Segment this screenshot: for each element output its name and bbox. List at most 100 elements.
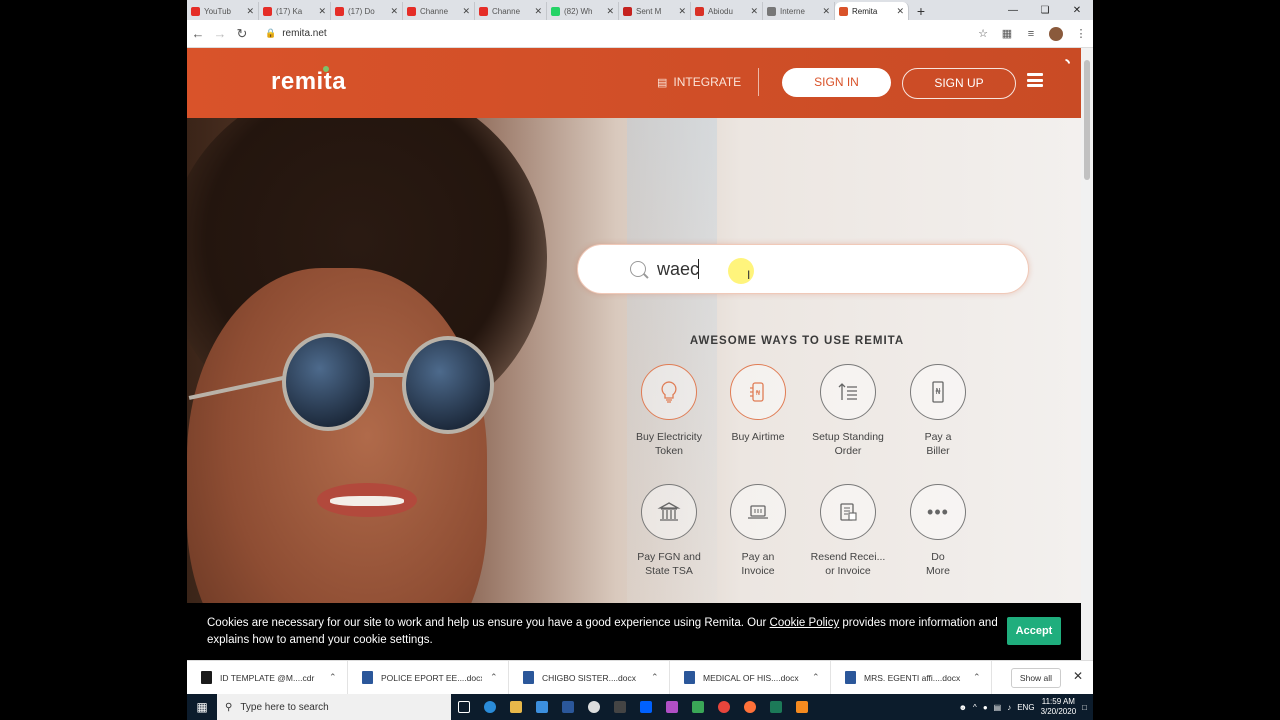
playlist-icon[interactable]: ≡ bbox=[1019, 28, 1043, 40]
download-item[interactable]: POLICE EPORT EE....docx ⌃ bbox=[348, 660, 509, 695]
browser-window: YouTub ✕ (17) Ka ✕ (17) Do ✕ Channe ✕ Channe ✕ (82… bbox=[187, 0, 1093, 720]
tab-close-icon[interactable]: ✕ bbox=[678, 6, 686, 17]
dropbox-icon[interactable] bbox=[633, 694, 659, 720]
restore-icon[interactable]: ❏ bbox=[1029, 5, 1061, 16]
tray-chevron-icon[interactable]: ^ bbox=[973, 703, 977, 712]
chevron-up-icon[interactable]: ⌃ bbox=[490, 672, 508, 683]
chevron-up-icon[interactable]: ⌃ bbox=[812, 672, 830, 683]
browser-tab[interactable]: Channe ✕ bbox=[403, 2, 475, 20]
file-explorer-icon[interactable] bbox=[503, 694, 529, 720]
page-scrollbar[interactable] bbox=[1081, 48, 1093, 660]
new-tab-button[interactable]: + bbox=[909, 2, 933, 20]
word-icon[interactable] bbox=[555, 694, 581, 720]
language-indicator[interactable]: ENG bbox=[1017, 703, 1034, 712]
tab-close-icon[interactable]: ✕ bbox=[750, 6, 758, 17]
app-icon[interactable] bbox=[607, 694, 633, 720]
browser-tab[interactable]: Abiodu ✕ bbox=[691, 2, 763, 20]
sign-up-button[interactable]: SIGN UP bbox=[902, 68, 1016, 99]
download-item[interactable]: MRS. EGENTI affi....docx ⌃ bbox=[831, 660, 992, 695]
tab-close-icon[interactable]: ✕ bbox=[318, 6, 326, 17]
download-filename: MEDICAL OF HIS....docx bbox=[703, 672, 799, 683]
network-icon[interactable]: ▤ bbox=[994, 703, 1002, 712]
download-item[interactable]: MEDICAL OF HIS....docx ⌃ bbox=[670, 660, 831, 695]
chevron-up-icon[interactable]: ⌃ bbox=[973, 672, 991, 683]
tab-favicon-icon bbox=[191, 6, 200, 16]
browser-tab[interactable]: Sent M ✕ bbox=[619, 2, 691, 20]
list-arrow-icon bbox=[820, 364, 876, 420]
chevron-up-icon[interactable]: ⌃ bbox=[329, 672, 347, 683]
browser-tab[interactable]: (82) Wh ✕ bbox=[547, 2, 619, 20]
app-icon[interactable] bbox=[685, 694, 711, 720]
mail-icon[interactable] bbox=[529, 694, 555, 720]
cookie-policy-link[interactable]: Cookie Policy bbox=[770, 617, 840, 629]
sign-in-button[interactable]: SIGN IN bbox=[782, 68, 891, 97]
windows-start-icon[interactable]: ▦ bbox=[187, 700, 217, 714]
back-icon[interactable]: ← bbox=[187, 26, 209, 41]
tab-close-icon[interactable]: ✕ bbox=[822, 6, 830, 17]
tab-close-icon[interactable]: ✕ bbox=[246, 6, 254, 17]
bookmark-star-icon[interactable]: ☆ bbox=[971, 27, 995, 40]
way-pay-an-invoice[interactable]: Pay an Invoice bbox=[713, 484, 803, 578]
tab-close-icon[interactable]: ✕ bbox=[390, 6, 398, 17]
browser-tab[interactable]: Interne ✕ bbox=[763, 2, 835, 20]
app-icon[interactable] bbox=[581, 694, 607, 720]
forward-icon[interactable]: → bbox=[209, 26, 231, 41]
tab-close-icon[interactable]: ✕ bbox=[896, 6, 904, 17]
extension-icon[interactable]: ▦ bbox=[995, 27, 1019, 40]
browser-menu-icon[interactable]: ⋮ bbox=[1069, 27, 1093, 40]
taskbar-search[interactable]: ⚲ Type here to search bbox=[217, 694, 451, 720]
microphone-icon[interactable]: ● bbox=[983, 703, 988, 712]
profile-avatar[interactable] bbox=[1049, 26, 1063, 41]
browser-tab[interactable]: Channe ✕ bbox=[475, 2, 547, 20]
reload-icon[interactable]: ↻ bbox=[231, 26, 253, 42]
hamburger-menu-icon[interactable] bbox=[1027, 73, 1043, 87]
show-all-downloads-button[interactable]: Show all bbox=[1011, 668, 1061, 688]
chevron-up-icon[interactable]: ⌃ bbox=[651, 672, 669, 683]
clock[interactable]: 11:59 AM 3/20/2020 bbox=[1041, 697, 1077, 717]
accept-cookies-button[interactable]: Accept bbox=[1007, 617, 1061, 645]
tab-close-icon[interactable]: ✕ bbox=[462, 6, 470, 17]
way-pay-a-biller[interactable]: ₦ Pay a Biller bbox=[893, 364, 983, 458]
scrollbar-thumb[interactable] bbox=[1084, 60, 1090, 180]
way-pay-fgn-state-tsa[interactable]: Pay FGN and State TSA bbox=[624, 484, 714, 578]
way-setup-standing-order[interactable]: Setup Standing Order bbox=[803, 364, 893, 458]
remita-logo[interactable]: remita bbox=[271, 66, 346, 96]
integrate-icon: ▤ bbox=[657, 76, 668, 89]
download-item[interactable]: CHIGBO SISTER....docx ⌃ bbox=[509, 660, 670, 695]
search-input[interactable] bbox=[657, 256, 957, 282]
app-icon[interactable] bbox=[763, 694, 789, 720]
edge-icon[interactable] bbox=[477, 694, 503, 720]
close-window-icon[interactable]: ✕ bbox=[1061, 5, 1093, 16]
logo-dot bbox=[323, 66, 329, 72]
chrome-icon[interactable] bbox=[711, 694, 737, 720]
app-icon[interactable] bbox=[659, 694, 685, 720]
people-icon[interactable]: ☻ bbox=[959, 703, 967, 712]
way-resend-receipt-invoice[interactable]: Resend Recei... or Invoice bbox=[803, 484, 893, 578]
tab-close-icon[interactable]: ✕ bbox=[534, 6, 542, 17]
more-dots-icon: ••• bbox=[910, 484, 966, 540]
integrate-link[interactable]: ▤ INTEGRATE bbox=[657, 75, 741, 89]
way-buy-airtime[interactable]: ₦ Buy Airtime bbox=[713, 364, 803, 444]
hero-photo-teeth bbox=[330, 496, 404, 506]
search-box[interactable] bbox=[577, 244, 1029, 294]
tab-close-icon[interactable]: ✕ bbox=[606, 6, 614, 17]
minimize-icon[interactable]: — bbox=[997, 5, 1029, 16]
download-item[interactable]: ID TEMPLATE @M....cdr ⌃ bbox=[187, 660, 348, 695]
address-bar[interactable]: 🔒 remita.net bbox=[259, 23, 971, 45]
way-buy-electricity-token[interactable]: Buy Electricity Token bbox=[624, 364, 714, 458]
tab-favicon-icon bbox=[767, 6, 776, 16]
notification-icon[interactable]: □ bbox=[1082, 703, 1087, 712]
browser-tab[interactable]: Remita ✕ bbox=[835, 2, 909, 20]
app-icon[interactable] bbox=[789, 694, 815, 720]
laptop-invoice-icon bbox=[730, 484, 786, 540]
task-view-icon[interactable] bbox=[451, 694, 477, 720]
browser-tab[interactable]: (17) Ka ✕ bbox=[259, 2, 331, 20]
browser-tab[interactable]: (17) Do ✕ bbox=[331, 2, 403, 20]
volume-icon[interactable]: ♪ bbox=[1007, 703, 1011, 712]
browser-tab[interactable]: YouTub ✕ bbox=[187, 2, 259, 20]
way-do-more[interactable]: ••• Do More bbox=[893, 484, 983, 578]
tab-label: (17) Do bbox=[348, 6, 375, 16]
firefox-icon[interactable] bbox=[737, 694, 763, 720]
way-label: Pay FGN and State TSA bbox=[637, 551, 701, 577]
close-downloads-icon[interactable]: ✕ bbox=[1073, 669, 1083, 683]
